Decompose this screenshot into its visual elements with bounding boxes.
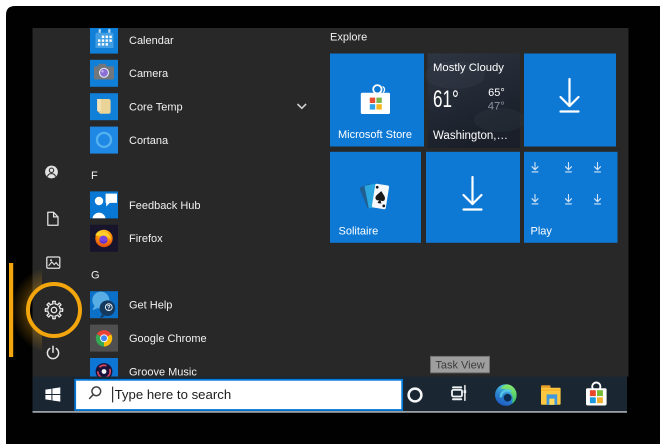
svg-text:Mostly Cloudy: Mostly Cloudy bbox=[433, 62, 504, 74]
svg-text:Core Temp: Core Temp bbox=[129, 102, 183, 114]
svg-text:Firefox: Firefox bbox=[129, 233, 163, 245]
svg-text:Explore: Explore bbox=[330, 31, 367, 43]
svg-text:47°: 47° bbox=[488, 101, 505, 113]
svg-text:Calendar: Calendar bbox=[129, 35, 174, 47]
svg-text:Google Chrome: Google Chrome bbox=[129, 333, 207, 345]
svg-text:Camera: Camera bbox=[129, 68, 169, 80]
svg-text:Washington,…: Washington,… bbox=[433, 130, 508, 142]
svg-text:Feedback Hub: Feedback Hub bbox=[129, 200, 201, 212]
svg-text:?: ? bbox=[107, 305, 111, 312]
svg-text:Cortana: Cortana bbox=[129, 135, 169, 147]
svg-text:Play: Play bbox=[531, 226, 553, 238]
svg-text:F: F bbox=[91, 170, 98, 182]
svg-text:61°: 61° bbox=[433, 86, 459, 113]
svg-text:Type here to search: Type here to search bbox=[115, 387, 232, 402]
svg-text:Microsoft Store: Microsoft Store bbox=[338, 129, 412, 141]
svg-text:Solitaire: Solitaire bbox=[339, 226, 379, 238]
svg-text:Get Help: Get Help bbox=[129, 300, 172, 312]
svg-text:Task View: Task View bbox=[435, 359, 484, 371]
svg-text:G: G bbox=[91, 270, 100, 282]
svg-text:65°: 65° bbox=[488, 87, 505, 99]
